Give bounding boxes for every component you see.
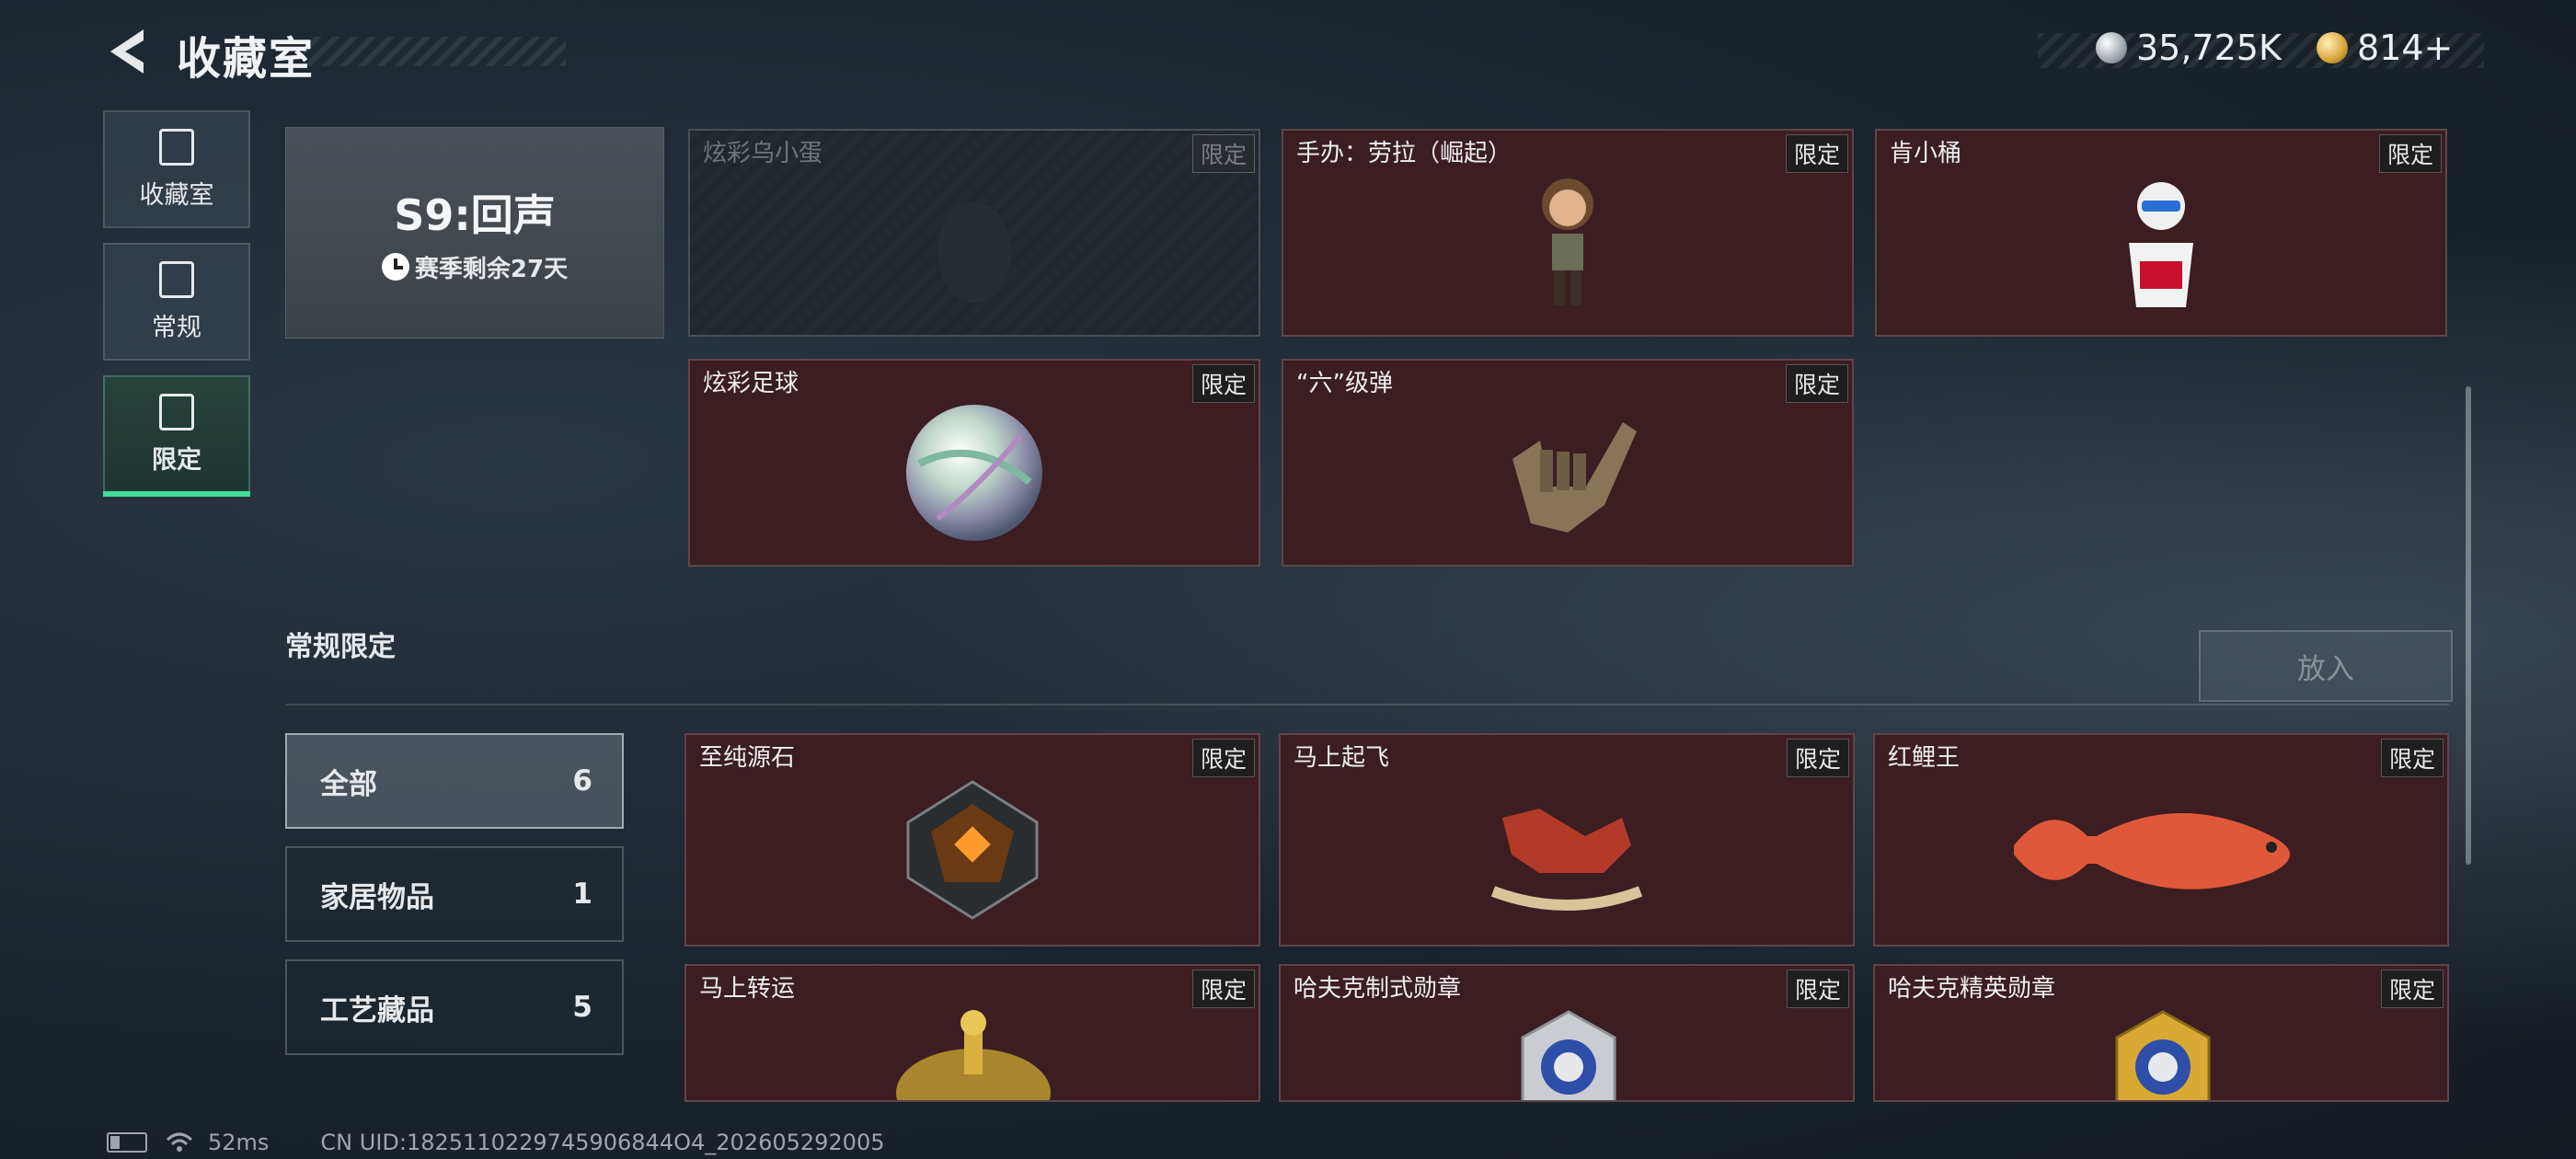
filter-count: 5 bbox=[572, 991, 592, 1024]
silver-amount: 35,725K bbox=[2136, 28, 2282, 68]
sidebar-item-collection[interactable]: 收藏室 bbox=[103, 110, 250, 228]
filter-crafts[interactable]: 工艺藏品 5 bbox=[285, 959, 624, 1055]
back-arrow-icon[interactable] bbox=[103, 26, 155, 77]
filter-label: 全部 bbox=[320, 767, 377, 801]
item-name: 哈夫克制式勋章 bbox=[1294, 975, 1462, 1003]
bucket-figure-icon bbox=[2129, 182, 2193, 308]
rocking-horse-icon bbox=[1490, 809, 1643, 912]
filter-all[interactable]: 全部 6 bbox=[285, 733, 624, 829]
item-name: 手办：劳拉（崛起） bbox=[1296, 140, 1512, 167]
season-card: S9:回声 赛季剩余27天 bbox=[285, 127, 664, 339]
scrollbar[interactable] bbox=[2466, 386, 2471, 865]
item-card[interactable]: 至纯源石 限定 bbox=[684, 733, 1260, 947]
filter-count: 6 bbox=[572, 764, 592, 798]
item-card[interactable]: 手办：劳拉（崛起） 限定 bbox=[1282, 129, 1854, 337]
lara-figure-icon bbox=[1542, 178, 1593, 306]
item-name: 炫彩足球 bbox=[703, 370, 799, 397]
map-icon bbox=[159, 393, 194, 430]
sidebar-item-regular[interactable]: 常规 bbox=[103, 243, 250, 361]
item-card[interactable]: 肯小桶 限定 bbox=[1875, 129, 2447, 337]
limited-badge: 限定 bbox=[2380, 970, 2444, 1008]
item-card[interactable]: 炫彩足球 限定 bbox=[688, 359, 1260, 567]
item-name: 哈夫克精英勋章 bbox=[1888, 975, 2056, 1003]
document-icon bbox=[159, 260, 194, 298]
silver-medal-icon bbox=[1521, 1010, 1616, 1100]
trophy-icon bbox=[159, 128, 194, 166]
hand-gesture-icon bbox=[1512, 422, 1637, 534]
section-title: 常规限定 bbox=[285, 631, 396, 663]
silver-currency: 35,725K bbox=[2096, 28, 2282, 68]
sidebar-item-label: 限定 bbox=[152, 445, 201, 475]
sidebar-item-label: 常规 bbox=[152, 313, 201, 342]
filter-count: 1 bbox=[572, 878, 592, 911]
iridescent-ball-icon bbox=[906, 405, 1042, 542]
egg-figure-icon bbox=[937, 201, 1011, 304]
limited-badge: 限定 bbox=[1786, 739, 1849, 777]
title-decoration bbox=[304, 37, 566, 66]
limited-badge: 限定 bbox=[2378, 134, 2442, 173]
season-remaining: 赛季剩余27天 bbox=[381, 250, 569, 284]
limited-badge: 限定 bbox=[1191, 739, 1255, 777]
item-card[interactable]: 哈夫克制式勋章 限定 bbox=[1279, 964, 1855, 1102]
item-name: 红鲤王 bbox=[1888, 744, 1961, 772]
item-name: 马上起飞 bbox=[1294, 744, 1390, 772]
uid-text: CN UID:1825110229745906844O4_20260529200… bbox=[320, 1130, 885, 1155]
item-name: 肯小桶 bbox=[1890, 140, 1962, 167]
sidebar-item-label: 收藏室 bbox=[139, 180, 214, 210]
limited-badge: 限定 bbox=[1191, 364, 1255, 403]
silver-coin-icon bbox=[2096, 32, 2127, 63]
clock-icon bbox=[381, 253, 409, 281]
gold-currency[interactable]: 814+ bbox=[2317, 28, 2453, 68]
limited-badge: 限定 bbox=[1191, 134, 1255, 173]
limited-badge: 限定 bbox=[1785, 134, 1848, 173]
item-card[interactable]: “六”级弹 限定 bbox=[1282, 359, 1854, 567]
crystal-stone-icon bbox=[906, 780, 1039, 921]
gold-coin-icon bbox=[2317, 32, 2348, 63]
status-bar: 52ms CN UID:1825110229745906844O4_202605… bbox=[107, 1130, 885, 1155]
item-name: 至纯源石 bbox=[699, 744, 796, 772]
item-name: “六”级弹 bbox=[1296, 370, 1393, 397]
item-card[interactable]: 红鲤王 限定 bbox=[1873, 733, 2449, 947]
filter-label: 家居物品 bbox=[320, 880, 434, 914]
item-name: 马上转运 bbox=[699, 975, 796, 1003]
sidebar: 收藏室 常规 限定 bbox=[103, 110, 250, 508]
ping-text: 52ms bbox=[208, 1130, 270, 1155]
red-carp-icon bbox=[2014, 813, 2290, 890]
limited-badge: 限定 bbox=[1785, 364, 1848, 403]
limited-badge: 限定 bbox=[1786, 970, 1849, 1008]
season-remaining-text: 赛季剩余27天 bbox=[414, 255, 569, 283]
battery-icon bbox=[107, 1132, 147, 1153]
put-in-button[interactable]: 放入 bbox=[2199, 630, 2453, 702]
limited-badge: 限定 bbox=[1191, 970, 1255, 1008]
item-card[interactable]: 马上转运 限定 bbox=[684, 964, 1260, 1102]
item-card[interactable]: 哈夫克精英勋章 限定 bbox=[1873, 964, 2449, 1102]
wifi-icon bbox=[166, 1132, 193, 1152]
limited-badge: 限定 bbox=[2380, 739, 2444, 777]
item-card[interactable]: 炫彩乌小蛋 限定 bbox=[688, 129, 1260, 337]
golden-disc-icon bbox=[896, 1010, 1051, 1100]
section-divider bbox=[285, 704, 2449, 706]
filter-furniture[interactable]: 家居物品 1 bbox=[285, 846, 624, 942]
gold-amount: 814+ bbox=[2357, 28, 2454, 68]
gold-medal-icon bbox=[2115, 1010, 2211, 1100]
item-name: 炫彩乌小蛋 bbox=[703, 140, 823, 167]
season-title: S9:回声 bbox=[394, 189, 556, 240]
filter-label: 工艺藏品 bbox=[320, 993, 434, 1027]
item-card[interactable]: 马上起飞 限定 bbox=[1279, 733, 1855, 947]
sidebar-item-limited[interactable]: 限定 bbox=[103, 375, 250, 497]
page-title: 收藏室 bbox=[177, 33, 316, 85]
top-bar: 收藏室 35,725K 814+ bbox=[0, 0, 2576, 106]
